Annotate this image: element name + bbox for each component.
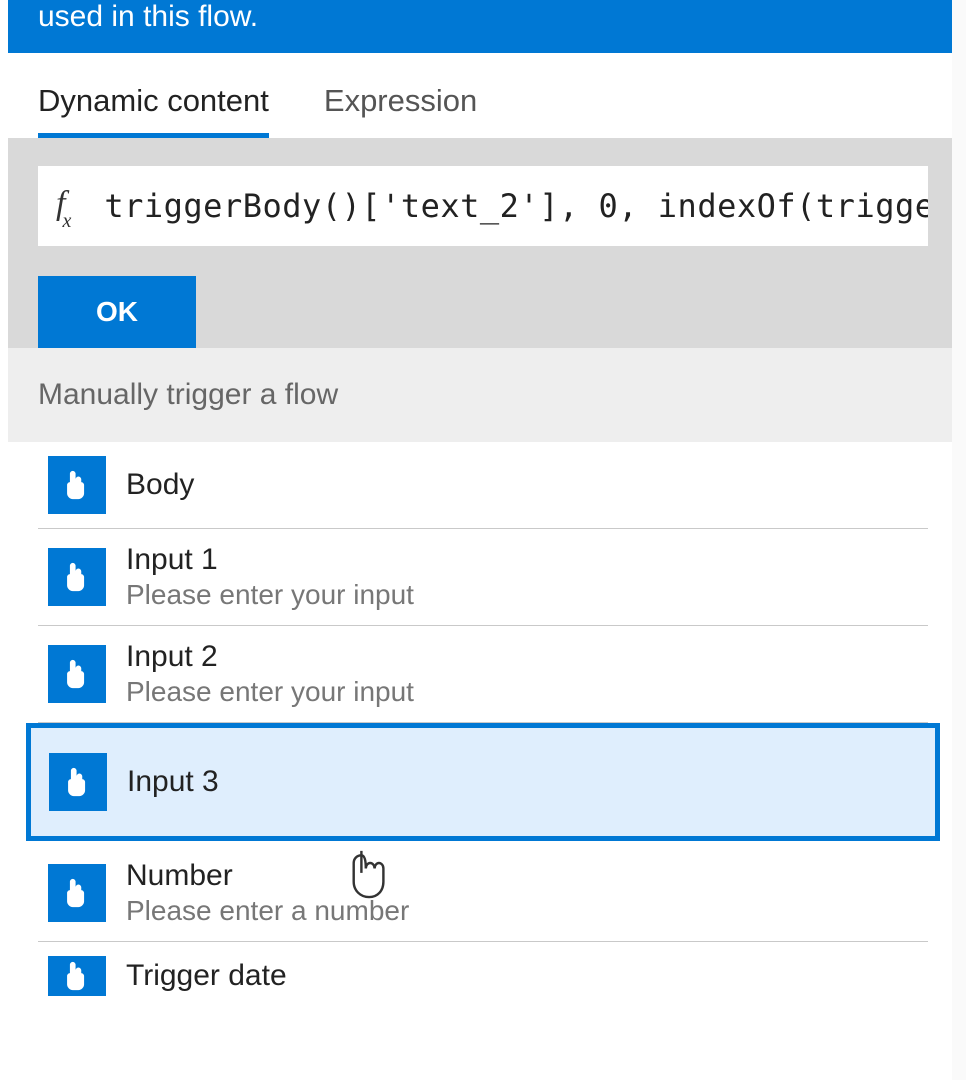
dynamic-content-list: Body Input 1 Please enter your input Inp… [8, 442, 958, 1010]
dynamic-content-panel: used in this flow. Dynamic content Expre… [8, 0, 958, 1010]
item-input-3[interactable]: Input 3 [26, 723, 940, 841]
item-trigger-date[interactable]: Trigger date [38, 942, 928, 1010]
item-desc: Please enter a number [126, 895, 409, 927]
tab-label: Expression [324, 83, 477, 118]
section-header: Manually trigger a flow [8, 348, 958, 442]
right-edge [952, 0, 966, 1080]
section-title: Manually trigger a flow [38, 378, 338, 411]
ok-label: OK [96, 296, 138, 327]
tab-label: Dynamic content [38, 83, 269, 118]
tabs: Dynamic content Expression [8, 53, 958, 138]
expression-input[interactable]: fx triggerBody()['text_2'], 0, indexOf(t… [38, 166, 928, 246]
item-title: Input 1 [126, 543, 414, 577]
ok-button[interactable]: OK [38, 276, 196, 348]
item-desc: Please enter your input [126, 676, 414, 708]
item-desc: Please enter your input [126, 579, 414, 611]
trigger-icon [49, 753, 107, 811]
item-title: Input 3 [127, 765, 219, 799]
trigger-icon [48, 548, 106, 606]
tab-expression[interactable]: Expression [324, 83, 477, 138]
trigger-icon [48, 956, 106, 996]
banner-text: used in this flow. [38, 0, 258, 33]
item-body[interactable]: Body [38, 442, 928, 529]
item-title: Body [126, 468, 194, 502]
item-title: Trigger date [126, 959, 287, 993]
item-input-1[interactable]: Input 1 Please enter your input [38, 529, 928, 626]
info-banner: used in this flow. [8, 0, 958, 53]
item-input-2[interactable]: Input 2 Please enter your input [38, 626, 928, 723]
trigger-icon [48, 864, 106, 922]
item-title: Input 2 [126, 640, 414, 674]
item-number[interactable]: Number Please enter a number [38, 845, 928, 942]
item-title: Number [126, 859, 409, 893]
expression-area: fx triggerBody()['text_2'], 0, indexOf(t… [8, 138, 958, 348]
expression-text: triggerBody()['text_2'], 0, indexOf(trig… [104, 187, 928, 225]
trigger-icon [48, 456, 106, 514]
tab-dynamic-content[interactable]: Dynamic content [38, 83, 269, 138]
fx-icon: fx [56, 185, 74, 228]
trigger-icon [48, 645, 106, 703]
